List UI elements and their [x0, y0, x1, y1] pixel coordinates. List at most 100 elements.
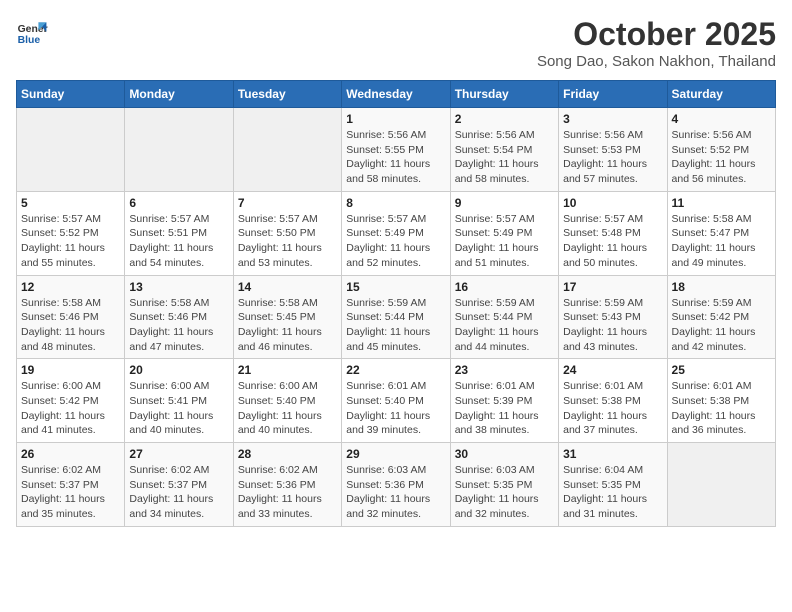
- day-number: 30: [455, 447, 554, 461]
- day-number: 14: [238, 280, 337, 294]
- day-info: Sunrise: 5:57 AM Sunset: 5:52 PM Dayligh…: [21, 212, 120, 271]
- day-number: 12: [21, 280, 120, 294]
- calendar-cell: 31 Sunrise: 6:04 AM Sunset: 5:35 PM Dayli…: [559, 443, 667, 527]
- day-number: 10: [563, 196, 662, 210]
- day-number: 19: [21, 363, 120, 377]
- day-info: Sunrise: 6:00 AM Sunset: 5:41 PM Dayligh…: [129, 379, 228, 438]
- day-number: 16: [455, 280, 554, 294]
- day-info: Sunrise: 5:57 AM Sunset: 5:51 PM Dayligh…: [129, 212, 228, 271]
- calendar-cell: 30 Sunrise: 6:03 AM Sunset: 5:35 PM Dayli…: [450, 443, 558, 527]
- day-number: 24: [563, 363, 662, 377]
- calendar-cell: 29Sunrise: 6:03 AM Sunset: 5:36 PM Dayli…: [342, 443, 450, 527]
- day-number: 21: [238, 363, 337, 377]
- day-number: 11: [672, 196, 771, 210]
- calendar-cell: [17, 108, 125, 192]
- day-number: 1: [346, 112, 445, 126]
- calendar-cell: 5 Sunrise: 5:57 AM Sunset: 5:52 PM Daylig…: [17, 191, 125, 275]
- day-info: Sunrise: 6:03 AM Sunset: 5:35 PM Dayligh…: [455, 463, 554, 522]
- day-info: Sunrise: 6:00 AM Sunset: 5:40 PM Dayligh…: [238, 379, 337, 438]
- weekday-header: Thursday: [450, 81, 558, 108]
- calendar-cell: 18Sunrise: 5:59 AM Sunset: 5:42 PM Dayli…: [667, 275, 775, 359]
- day-info: Sunrise: 5:56 AM Sunset: 5:52 PM Dayligh…: [672, 128, 771, 187]
- day-info: Sunrise: 6:01 AM Sunset: 5:39 PM Dayligh…: [455, 379, 554, 438]
- calendar-cell: 19 Sunrise: 6:00 AM Sunset: 5:42 PM Dayli…: [17, 359, 125, 443]
- day-number: 8: [346, 196, 445, 210]
- calendar-cell: 13Sunrise: 5:58 AM Sunset: 5:46 PM Dayli…: [125, 275, 233, 359]
- day-info: Sunrise: 5:58 AM Sunset: 5:46 PM Dayligh…: [129, 296, 228, 355]
- calendar-cell: 16Sunrise: 5:59 AM Sunset: 5:44 PM Dayli…: [450, 275, 558, 359]
- weekday-header: Sunday: [17, 81, 125, 108]
- weekday-header: Saturday: [667, 81, 775, 108]
- day-number: 26: [21, 447, 120, 461]
- day-number: 25: [672, 363, 771, 377]
- calendar-cell: 4Sunrise: 5:56 AM Sunset: 5:52 PM Daylig…: [667, 108, 775, 192]
- calendar-cell: 20 Sunrise: 6:00 AM Sunset: 5:41 PM Dayli…: [125, 359, 233, 443]
- calendar-week-row: 5 Sunrise: 5:57 AM Sunset: 5:52 PM Daylig…: [17, 191, 776, 275]
- day-info: Sunrise: 6:02 AM Sunset: 5:37 PM Dayligh…: [21, 463, 120, 522]
- weekday-header: Friday: [559, 81, 667, 108]
- day-info: Sunrise: 5:57 AM Sunset: 5:49 PM Dayligh…: [346, 212, 445, 271]
- calendar-cell: 11 Sunrise: 5:58 AM Sunset: 5:47 PM Dayli…: [667, 191, 775, 275]
- weekday-header: Wednesday: [342, 81, 450, 108]
- day-info: Sunrise: 6:01 AM Sunset: 5:40 PM Dayligh…: [346, 379, 445, 438]
- calendar-cell: 22 Sunrise: 6:01 AM Sunset: 5:40 PM Dayli…: [342, 359, 450, 443]
- day-number: 2: [455, 112, 554, 126]
- day-info: Sunrise: 6:04 AM Sunset: 5:35 PM Dayligh…: [563, 463, 662, 522]
- calendar-week-row: 26 Sunrise: 6:02 AM Sunset: 5:37 PM Dayli…: [17, 443, 776, 527]
- day-info: Sunrise: 6:01 AM Sunset: 5:38 PM Dayligh…: [563, 379, 662, 438]
- calendar-cell: 7 Sunrise: 5:57 AM Sunset: 5:50 PM Daylig…: [233, 191, 341, 275]
- day-info: Sunrise: 6:02 AM Sunset: 5:37 PM Dayligh…: [129, 463, 228, 522]
- day-info: Sunrise: 5:58 AM Sunset: 5:46 PM Dayligh…: [21, 296, 120, 355]
- calendar-cell: 10 Sunrise: 5:57 AM Sunset: 5:48 PM Dayli…: [559, 191, 667, 275]
- day-info: Sunrise: 5:59 AM Sunset: 5:43 PM Dayligh…: [563, 296, 662, 355]
- calendar-cell: 26 Sunrise: 6:02 AM Sunset: 5:37 PM Dayli…: [17, 443, 125, 527]
- weekday-header: Monday: [125, 81, 233, 108]
- day-number: 7: [238, 196, 337, 210]
- calendar-cell: 14 Sunrise: 5:58 AM Sunset: 5:45 PM Dayli…: [233, 275, 341, 359]
- day-number: 5: [21, 196, 120, 210]
- month-year-title: October 2025: [537, 16, 776, 53]
- day-number: 22: [346, 363, 445, 377]
- day-info: Sunrise: 5:58 AM Sunset: 5:47 PM Dayligh…: [672, 212, 771, 271]
- svg-text:Blue: Blue: [18, 35, 41, 46]
- calendar-week-row: 19 Sunrise: 6:00 AM Sunset: 5:42 PM Dayli…: [17, 359, 776, 443]
- day-info: Sunrise: 5:59 AM Sunset: 5:44 PM Dayligh…: [346, 296, 445, 355]
- day-info: Sunrise: 5:57 AM Sunset: 5:48 PM Dayligh…: [563, 212, 662, 271]
- calendar-week-row: 12 Sunrise: 5:58 AM Sunset: 5:46 PM Dayli…: [17, 275, 776, 359]
- page-header: General Blue October 2025 Song Dao, Sako…: [16, 16, 776, 70]
- day-number: 23: [455, 363, 554, 377]
- calendar-cell: [233, 108, 341, 192]
- day-info: Sunrise: 6:02 AM Sunset: 5:36 PM Dayligh…: [238, 463, 337, 522]
- calendar-cell: 17Sunrise: 5:59 AM Sunset: 5:43 PM Dayli…: [559, 275, 667, 359]
- calendar-week-row: 1 Sunrise: 5:56 AM Sunset: 5:55 PM Daylig…: [17, 108, 776, 192]
- day-info: Sunrise: 6:01 AM Sunset: 5:38 PM Dayligh…: [672, 379, 771, 438]
- calendar-cell: 6Sunrise: 5:57 AM Sunset: 5:51 PM Daylig…: [125, 191, 233, 275]
- calendar-cell: 25 Sunrise: 6:01 AM Sunset: 5:38 PM Dayli…: [667, 359, 775, 443]
- calendar-cell: 21 Sunrise: 6:00 AM Sunset: 5:40 PM Dayli…: [233, 359, 341, 443]
- logo: General Blue: [16, 16, 48, 48]
- day-info: Sunrise: 5:58 AM Sunset: 5:45 PM Dayligh…: [238, 296, 337, 355]
- day-number: 29: [346, 447, 445, 461]
- weekday-header: Tuesday: [233, 81, 341, 108]
- calendar-table: SundayMondayTuesdayWednesdayThursdayFrid…: [16, 80, 776, 527]
- day-number: 9: [455, 196, 554, 210]
- calendar-cell: 12 Sunrise: 5:58 AM Sunset: 5:46 PM Dayli…: [17, 275, 125, 359]
- title-block: October 2025 Song Dao, Sakon Nakhon, Tha…: [537, 16, 776, 70]
- day-number: 3: [563, 112, 662, 126]
- day-info: Sunrise: 5:56 AM Sunset: 5:55 PM Dayligh…: [346, 128, 445, 187]
- logo-icon: General Blue: [16, 16, 48, 48]
- calendar-cell: 15 Sunrise: 5:59 AM Sunset: 5:44 PM Dayli…: [342, 275, 450, 359]
- day-number: 15: [346, 280, 445, 294]
- calendar-cell: 9Sunrise: 5:57 AM Sunset: 5:49 PM Daylig…: [450, 191, 558, 275]
- day-number: 31: [563, 447, 662, 461]
- day-number: 20: [129, 363, 228, 377]
- day-number: 28: [238, 447, 337, 461]
- day-number: 27: [129, 447, 228, 461]
- day-info: Sunrise: 5:57 AM Sunset: 5:50 PM Dayligh…: [238, 212, 337, 271]
- day-info: Sunrise: 5:56 AM Sunset: 5:53 PM Dayligh…: [563, 128, 662, 187]
- calendar-cell: 24 Sunrise: 6:01 AM Sunset: 5:38 PM Dayli…: [559, 359, 667, 443]
- day-info: Sunrise: 5:56 AM Sunset: 5:54 PM Dayligh…: [455, 128, 554, 187]
- day-info: Sunrise: 6:00 AM Sunset: 5:42 PM Dayligh…: [21, 379, 120, 438]
- location-subtitle: Song Dao, Sakon Nakhon, Thailand: [537, 53, 776, 70]
- calendar-cell: 2 Sunrise: 5:56 AM Sunset: 5:54 PM Daylig…: [450, 108, 558, 192]
